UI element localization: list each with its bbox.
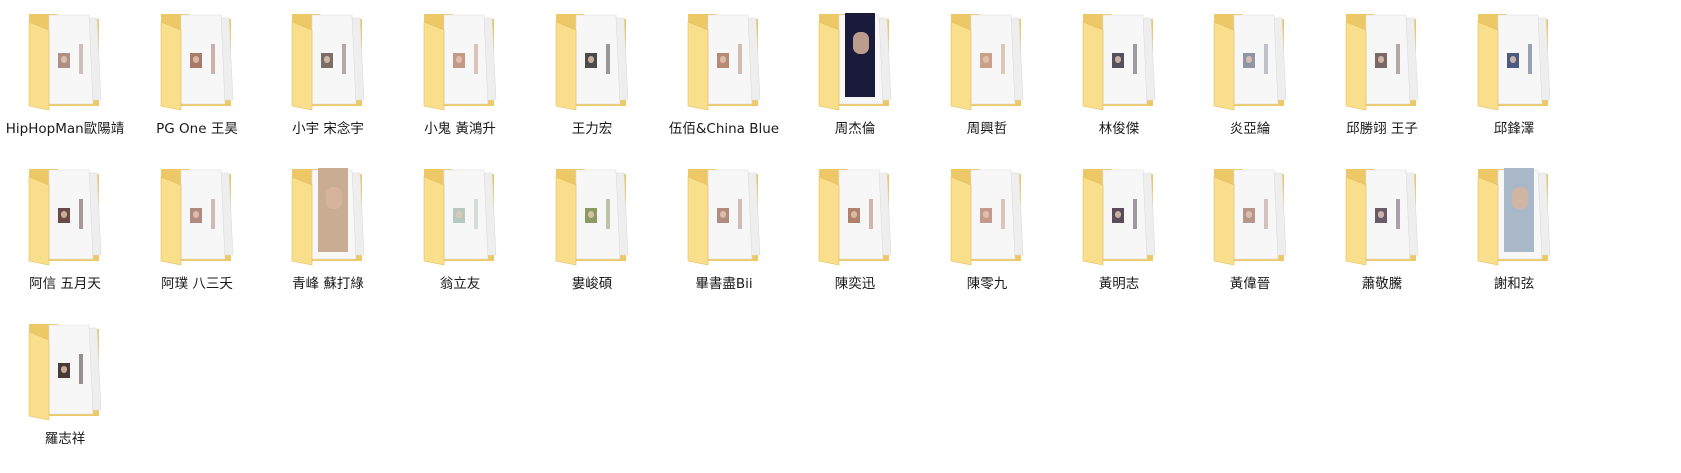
folder-item[interactable]: 阿璞 八三夭 <box>132 155 262 305</box>
folder-item[interactable]: 周興哲 <box>922 0 1052 150</box>
folder-icon <box>1476 165 1560 266</box>
folder-icon <box>1476 10 1560 111</box>
folder-label: 翁立友 <box>439 276 481 292</box>
folder-label: 王力宏 <box>571 121 613 137</box>
folder-item[interactable]: 王力宏 <box>527 0 657 150</box>
folder-item[interactable]: 青峰 蘇打綠 <box>263 155 393 305</box>
folder-icon <box>817 165 901 266</box>
folder-item[interactable]: 伍佰&China Blue <box>659 0 789 150</box>
folder-icon <box>686 165 770 266</box>
folder-icon <box>817 10 901 111</box>
folder-icon <box>1081 165 1165 266</box>
folder-icon <box>27 165 111 266</box>
folder-label: 羅志祥 <box>44 431 86 447</box>
folder-label: 陳奕迅 <box>834 276 876 292</box>
folder-icon <box>27 10 111 111</box>
folder-item[interactable]: 小宇 宋念宇 <box>263 0 393 150</box>
folder-label: 婁峻碩 <box>571 276 613 292</box>
folder-label: PG One 王昊 <box>156 121 238 137</box>
folder-label: 周興哲 <box>966 121 1008 137</box>
folder-label: 炎亞綸 <box>1229 121 1271 137</box>
folder-icon <box>422 10 506 111</box>
folder-label: 小鬼 黃鴻升 <box>424 121 496 137</box>
folder-label: 周杰倫 <box>834 121 876 137</box>
folder-item[interactable]: 畢書盡Bii <box>659 155 789 305</box>
folder-label: 小宇 宋念宇 <box>292 121 364 137</box>
folder-item[interactable]: 謝和弦 <box>1449 155 1579 305</box>
folder-icon <box>1081 10 1165 111</box>
folder-icon <box>949 165 1033 266</box>
folder-icon <box>554 10 638 111</box>
folder-label: HipHopMan歐陽靖 <box>5 121 125 137</box>
folder-item[interactable]: 小鬼 黃鴻升 <box>395 0 525 150</box>
folder-label: 林俊傑 <box>1098 121 1140 137</box>
folder-item[interactable]: 婁峻碩 <box>527 155 657 305</box>
folder-item[interactable]: 羅志祥 <box>0 310 130 460</box>
folder-item[interactable]: 邱鋒澤 <box>1449 0 1579 150</box>
folder-item[interactable]: 邱勝翊 王子 <box>1317 0 1447 150</box>
folder-label: 謝和弦 <box>1493 276 1535 292</box>
folder-label: 邱勝翊 王子 <box>1346 121 1418 137</box>
folder-item[interactable]: 黃明志 <box>1054 155 1184 305</box>
folder-icon <box>1212 10 1296 111</box>
folder-icon <box>949 10 1033 111</box>
folder-label: 阿璞 八三夭 <box>161 276 233 292</box>
folder-label: 阿信 五月天 <box>29 276 101 292</box>
folder-icon <box>159 165 243 266</box>
folder-item[interactable]: PG One 王昊 <box>132 0 262 150</box>
folder-label: 畢書盡Bii <box>695 276 753 292</box>
folder-label: 邱鋒澤 <box>1493 121 1535 137</box>
folder-item[interactable]: 蕭敬騰 <box>1317 155 1447 305</box>
folder-icon <box>1212 165 1296 266</box>
folder-item[interactable]: 陳零九 <box>922 155 1052 305</box>
folder-item[interactable]: 炎亞綸 <box>1185 0 1315 150</box>
folder-icon <box>290 165 374 266</box>
folder-icon <box>159 10 243 111</box>
folder-label: 陳零九 <box>966 276 1008 292</box>
folder-item[interactable]: 黃偉晉 <box>1185 155 1315 305</box>
folder-label: 蕭敬騰 <box>1361 276 1403 292</box>
folder-icon <box>686 10 770 111</box>
folder-item[interactable]: 林俊傑 <box>1054 0 1184 150</box>
folder-icon <box>554 165 638 266</box>
folder-label: 伍佰&China Blue <box>668 121 780 137</box>
folder-icon <box>1344 10 1428 111</box>
folder-label: 黃偉晉 <box>1229 276 1271 292</box>
folder-item[interactable]: 周杰倫 <box>790 0 920 150</box>
folder-icon <box>290 10 374 111</box>
folder-icon <box>27 320 111 421</box>
folder-label: 青峰 蘇打綠 <box>292 276 364 292</box>
folder-item[interactable]: 陳奕迅 <box>790 155 920 305</box>
folder-item[interactable]: HipHopMan歐陽靖 <box>0 0 130 150</box>
folder-item[interactable]: 翁立友 <box>395 155 525 305</box>
folder-view: HipHopMan歐陽靖 PG One 王昊 小宇 宋念宇 小鬼 黃鴻升 王力宏 伍佰&C… <box>0 0 1681 473</box>
folder-label: 黃明志 <box>1098 276 1140 292</box>
folder-icon <box>1344 165 1428 266</box>
folder-icon <box>422 165 506 266</box>
folder-item[interactable]: 阿信 五月天 <box>0 155 130 305</box>
